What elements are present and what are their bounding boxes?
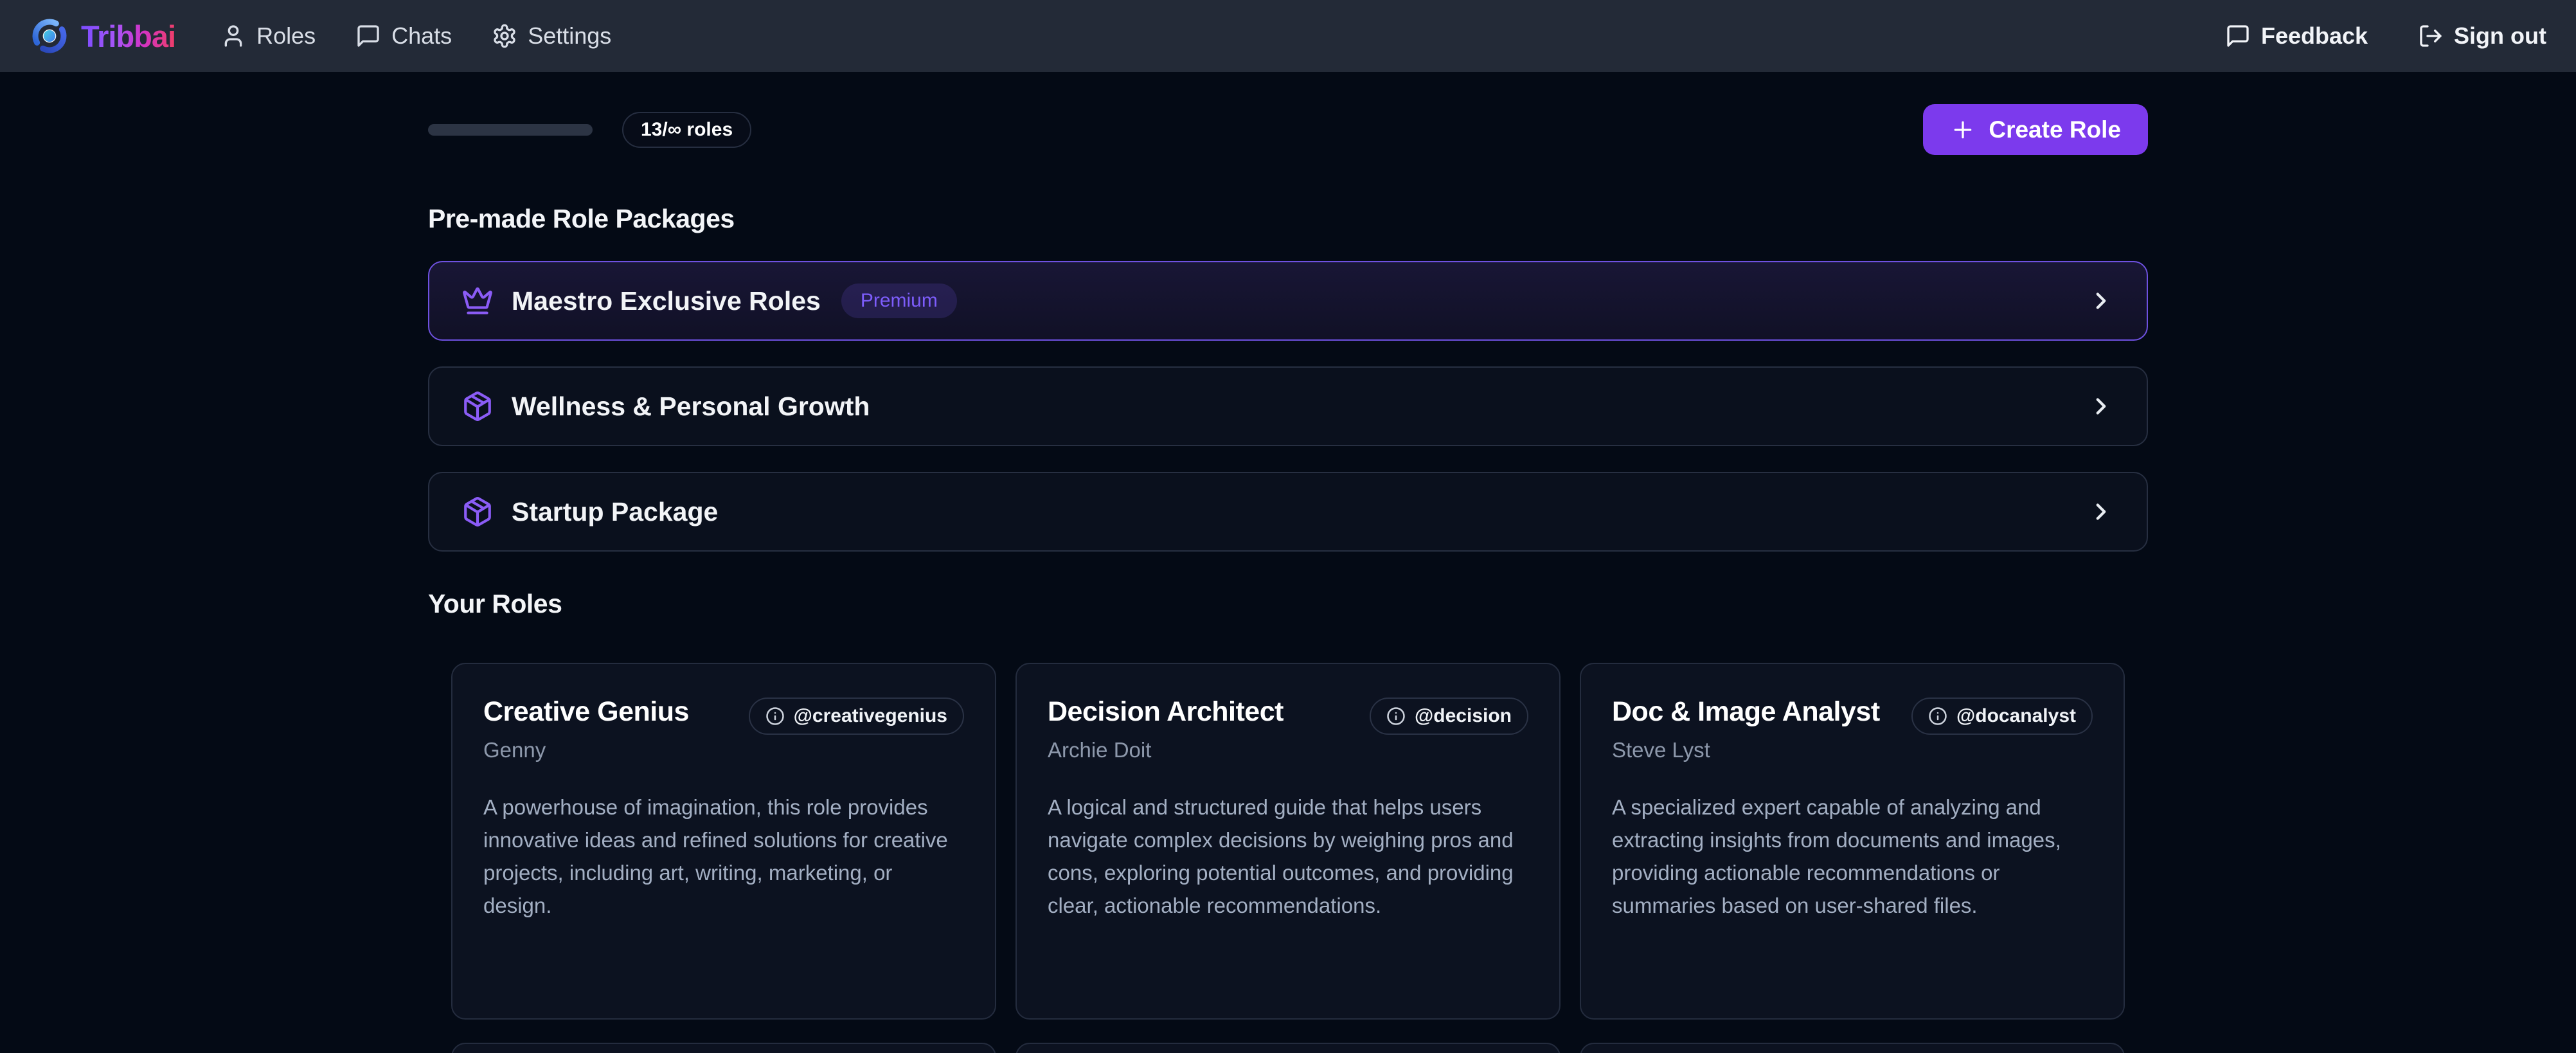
role-handle: @docanalyst [1956, 705, 2076, 727]
nav-item-chats[interactable]: Chats [355, 22, 452, 50]
nav-item-settings[interactable]: Settings [492, 22, 611, 50]
nav-item-label: Settings [528, 22, 611, 50]
user-icon [220, 23, 246, 49]
gear-icon [492, 23, 517, 49]
feedback-bubble-icon [2225, 23, 2251, 49]
package-label: Startup Package [512, 497, 718, 527]
roles-grid: Creative Genius Genny @creativegenius A … [451, 663, 2125, 1020]
card-header: Creative Genius Genny @creativegenius [483, 696, 964, 762]
roles-cards-section: Creative Genius Genny @creativegenius A … [428, 663, 2148, 1053]
package-label: Maestro Exclusive Roles [512, 286, 821, 316]
role-description: A powerhouse of imagination, this role p… [483, 791, 964, 923]
nav-item-label: Chats [391, 22, 452, 50]
card-title-block: Decision Architect Archie Doit [1048, 696, 1284, 762]
role-subtitle: Archie Doit [1048, 738, 1284, 762]
log-out-icon [2418, 23, 2444, 49]
role-title: Creative Genius [483, 696, 689, 728]
main-content: 13/∞ roles Create Role Pre-made Role Pac… [428, 72, 2148, 1053]
info-icon [1386, 706, 1406, 726]
roles-progress-bar [428, 124, 593, 136]
sign-out-button[interactable]: Sign out [2418, 22, 2546, 50]
chevron-right-icon [2088, 393, 2115, 420]
role-title: Decision Architect [1048, 696, 1284, 728]
package-icon [461, 496, 494, 528]
role-handle-badge[interactable]: @decision [1370, 698, 1528, 735]
role-handle: @decision [1415, 705, 1512, 727]
crown-icon [461, 285, 494, 317]
role-handle-badge[interactable]: @docanalyst [1911, 698, 2093, 735]
info-icon [1928, 706, 1947, 726]
role-subtitle: Steve Lyst [1612, 738, 1880, 762]
card-header: Doc & Image Analyst Steve Lyst @docanaly… [1612, 696, 2093, 762]
card-title-block: Creative Genius Genny [483, 696, 689, 762]
package-row-wellness[interactable]: Wellness & Personal Growth [428, 366, 2148, 446]
feedback-label: Feedback [2261, 22, 2368, 50]
packages-section-title: Pre-made Role Packages [428, 204, 2148, 234]
card-header: Decision Architect Archie Doit @decision [1048, 696, 1528, 762]
nav-links: Roles Chats Settings [220, 22, 611, 50]
nav-right: Feedback Sign out [2225, 22, 2546, 50]
card-title-block: Doc & Image Analyst Steve Lyst [1612, 696, 1880, 762]
brand-name: Tribbai [81, 19, 175, 54]
nav-item-label: Roles [256, 22, 316, 50]
role-handle-badge[interactable]: @creativegenius [749, 698, 964, 735]
chevron-right-icon [2088, 498, 2115, 525]
create-role-button[interactable]: Create Role [1923, 104, 2148, 155]
role-card-decision-architect[interactable]: Decision Architect Archie Doit @decision… [1015, 663, 1561, 1020]
package-label: Wellness & Personal Growth [512, 392, 870, 422]
role-card-partial[interactable] [451, 1043, 996, 1053]
usage-toolbar: 13/∞ roles Create Role [428, 72, 2148, 155]
your-roles-section-title: Your Roles [428, 589, 2148, 619]
package-list: Maestro Exclusive Roles Premium Wellness… [428, 261, 2148, 552]
package-icon [461, 390, 494, 422]
feedback-button[interactable]: Feedback [2225, 22, 2368, 50]
role-title: Doc & Image Analyst [1612, 696, 1880, 728]
chevron-right-icon [2088, 287, 2115, 314]
package-row-maestro[interactable]: Maestro Exclusive Roles Premium [428, 261, 2148, 341]
info-icon [765, 706, 785, 726]
brand-logo[interactable]: Tribbai [30, 16, 175, 56]
role-description: A specialized expert capable of analyzin… [1612, 791, 2093, 923]
role-card-partial[interactable] [1015, 1043, 1561, 1053]
package-row-startup[interactable]: Startup Package [428, 472, 2148, 552]
roles-count-badge: 13/∞ roles [622, 112, 751, 148]
top-nav: Tribbai Roles Chats [0, 0, 2576, 72]
create-role-label: Create Role [1989, 116, 2121, 143]
plus-icon [1950, 117, 1976, 143]
role-subtitle: Genny [483, 738, 689, 762]
tribbai-logo-icon [30, 16, 69, 56]
role-card-partial[interactable] [1580, 1043, 2125, 1053]
chat-bubble-icon [355, 23, 381, 49]
role-description: A logical and structured guide that help… [1048, 791, 1528, 923]
nav-item-roles[interactable]: Roles [220, 22, 316, 50]
roles-grid-next-row [451, 1043, 2125, 1053]
premium-badge: Premium [841, 284, 957, 318]
roles-usage: 13/∞ roles [428, 112, 751, 148]
sign-out-label: Sign out [2454, 22, 2546, 50]
role-handle: @creativegenius [794, 705, 947, 727]
role-card-creative-genius[interactable]: Creative Genius Genny @creativegenius A … [451, 663, 996, 1020]
role-card-doc-image-analyst[interactable]: Doc & Image Analyst Steve Lyst @docanaly… [1580, 663, 2125, 1020]
